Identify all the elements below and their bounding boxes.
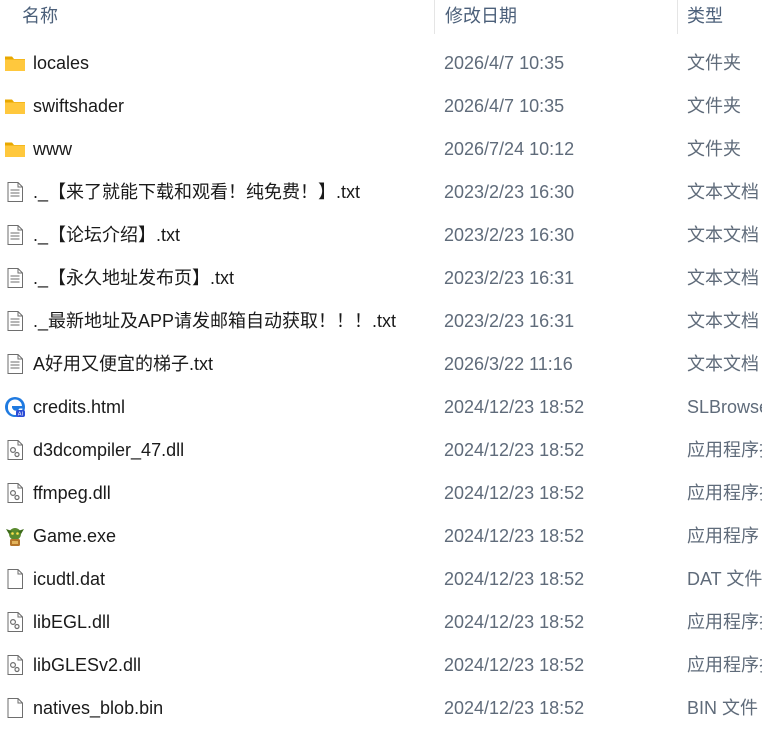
file-type: 应用程序扩展 <box>687 612 762 632</box>
file-row[interactable]: swiftshader 2026/4/7 10:35 文件夹 <box>0 84 762 127</box>
file-row[interactable]: A好用又便宜的梯子.txt 2026/3/22 11:16 文本文档 <box>0 342 762 385</box>
file-modified-date: 2026/4/7 10:35 <box>444 96 565 116</box>
folder-icon <box>4 138 26 160</box>
file-row[interactable]: www 2026/7/24 10:12 文件夹 <box>0 127 762 170</box>
svg-text:AI: AI <box>18 412 24 418</box>
game-exe-icon <box>4 525 26 547</box>
file-modified-date: 2026/4/7 10:35 <box>444 53 565 73</box>
file-name[interactable]: ffmpeg.dll <box>33 482 111 504</box>
file-type: 应用程序 <box>687 526 759 546</box>
file-type: 文件夹 <box>687 53 741 73</box>
column-header-date[interactable]: 修改日期 <box>445 4 517 30</box>
file-modified-date: 2024/12/23 18:52 <box>444 440 585 460</box>
file-modified-date: 2024/12/23 18:52 <box>444 655 585 675</box>
column-header-bar: 名称 修改日期 类型 <box>0 0 762 34</box>
file-name[interactable]: libEGL.dll <box>33 611 110 633</box>
file-modified-date: 2023/2/23 16:31 <box>444 268 575 288</box>
file-explorer-list: 名称 修改日期 类型 locales 2026/4/7 10:35 文件夹 swif… <box>0 0 762 740</box>
file-modified-date: 2023/2/23 16:31 <box>444 311 575 331</box>
file-type: BIN 文件 <box>687 698 759 718</box>
file-type: 文件夹 <box>687 96 741 116</box>
file-row[interactable]: ._最新地址及APP请发邮箱自动获取！！！.txt 2023/2/23 16:31… <box>0 299 762 342</box>
file-name[interactable]: libGLESv2.dll <box>33 654 141 676</box>
file-row[interactable]: natives_blob.bin 2024/12/23 18:52 BIN 文件 <box>0 686 762 729</box>
file-row[interactable]: ._【永久地址发布页】.txt 2023/2/23 16:31 文本文档 <box>0 256 762 299</box>
file-modified-date: 2023/2/23 16:30 <box>444 225 575 245</box>
file-modified-date: 2024/12/23 18:52 <box>444 397 585 417</box>
file-name[interactable]: locales <box>33 52 89 74</box>
file-type: 文本文档 <box>687 311 759 331</box>
file-row[interactable]: ._【论坛介绍】.txt 2023/2/23 16:30 文本文档 <box>0 213 762 256</box>
file-name[interactable]: icudtl.dat <box>33 568 105 590</box>
file-row[interactable]: libGLESv2.dll 2024/12/23 18:52 应用程序扩展 <box>0 643 762 686</box>
file-name[interactable]: natives_blob.bin <box>33 697 163 719</box>
file-row[interactable]: ffmpeg.dll 2024/12/23 18:52 应用程序扩展 <box>0 471 762 514</box>
file-row[interactable]: libEGL.dll 2024/12/23 18:52 应用程序扩展 <box>0 600 762 643</box>
file-row[interactable]: icudtl.dat 2024/12/23 18:52 DAT 文件 <box>0 557 762 600</box>
file-name[interactable]: ._【来了就能下载和观看！纯免费！】.txt <box>33 181 360 203</box>
file-type: 应用程序扩展 <box>687 440 762 460</box>
file-row[interactable]: AI credits.html 2024/12/23 18:52 SLBrowser <box>0 385 762 428</box>
file-type: SLBrowser <box>687 397 762 417</box>
dll-file-icon <box>4 482 26 504</box>
blank-file-icon <box>4 697 26 719</box>
file-type: 文本文档 <box>687 354 759 374</box>
file-type: DAT 文件 <box>687 569 762 589</box>
file-name[interactable]: credits.html <box>33 396 125 418</box>
column-header-name[interactable]: 名称 <box>22 4 58 30</box>
file-row[interactable]: Game.exe 2024/12/23 18:52 应用程序 <box>0 514 762 557</box>
file-name[interactable]: ._【永久地址发布页】.txt <box>33 267 234 289</box>
dll-file-icon <box>4 611 26 633</box>
file-name[interactable]: A好用又便宜的梯子.txt <box>33 353 213 375</box>
file-modified-date: 2024/12/23 18:52 <box>444 612 585 632</box>
file-type: 文本文档 <box>687 225 759 245</box>
dll-file-icon <box>4 439 26 461</box>
file-modified-date: 2024/12/23 18:52 <box>444 526 585 546</box>
folder-icon <box>4 95 26 117</box>
file-row[interactable]: d3dcompiler_47.dll 2024/12/23 18:52 应用程序扩展 <box>0 428 762 471</box>
column-divider[interactable] <box>677 0 678 34</box>
blank-file-icon <box>4 568 26 590</box>
file-name[interactable]: d3dcompiler_47.dll <box>33 439 184 461</box>
file-name[interactable]: Game.exe <box>33 525 116 547</box>
file-modified-date: 2023/2/23 16:30 <box>444 182 575 202</box>
file-modified-date: 2024/12/23 18:52 <box>444 483 585 503</box>
text-file-icon <box>4 310 26 332</box>
text-file-icon <box>4 353 26 375</box>
file-name[interactable]: swiftshader <box>33 95 124 117</box>
column-header-type[interactable]: 类型 <box>687 4 723 30</box>
dll-file-icon <box>4 654 26 676</box>
file-type: 文本文档 <box>687 268 759 288</box>
text-file-icon <box>4 267 26 289</box>
file-type: 应用程序扩展 <box>687 483 762 503</box>
text-file-icon <box>4 224 26 246</box>
file-type: 文本文档 <box>687 182 759 202</box>
file-name[interactable]: www <box>33 138 72 160</box>
file-type: 文件夹 <box>687 139 741 159</box>
file-type: 应用程序扩展 <box>687 655 762 675</box>
file-list: locales 2026/4/7 10:35 文件夹 swiftshader 2026… <box>0 41 762 729</box>
text-file-icon <box>4 181 26 203</box>
file-row[interactable]: ._【来了就能下载和观看！纯免费！】.txt 2023/2/23 16:30 文本文… <box>0 170 762 213</box>
file-row[interactable]: locales 2026/4/7 10:35 文件夹 <box>0 41 762 84</box>
file-name[interactable]: ._【论坛介绍】.txt <box>33 224 180 246</box>
browser-html-icon: AI <box>4 396 26 418</box>
column-divider[interactable] <box>434 0 435 34</box>
file-modified-date: 2024/12/23 18:52 <box>444 698 585 718</box>
folder-icon <box>4 52 26 74</box>
file-modified-date: 2026/3/22 11:16 <box>444 354 573 374</box>
file-modified-date: 2026/7/24 10:12 <box>444 139 575 159</box>
file-modified-date: 2024/12/23 18:52 <box>444 569 585 589</box>
file-name[interactable]: ._最新地址及APP请发邮箱自动获取！！！.txt <box>33 310 396 332</box>
